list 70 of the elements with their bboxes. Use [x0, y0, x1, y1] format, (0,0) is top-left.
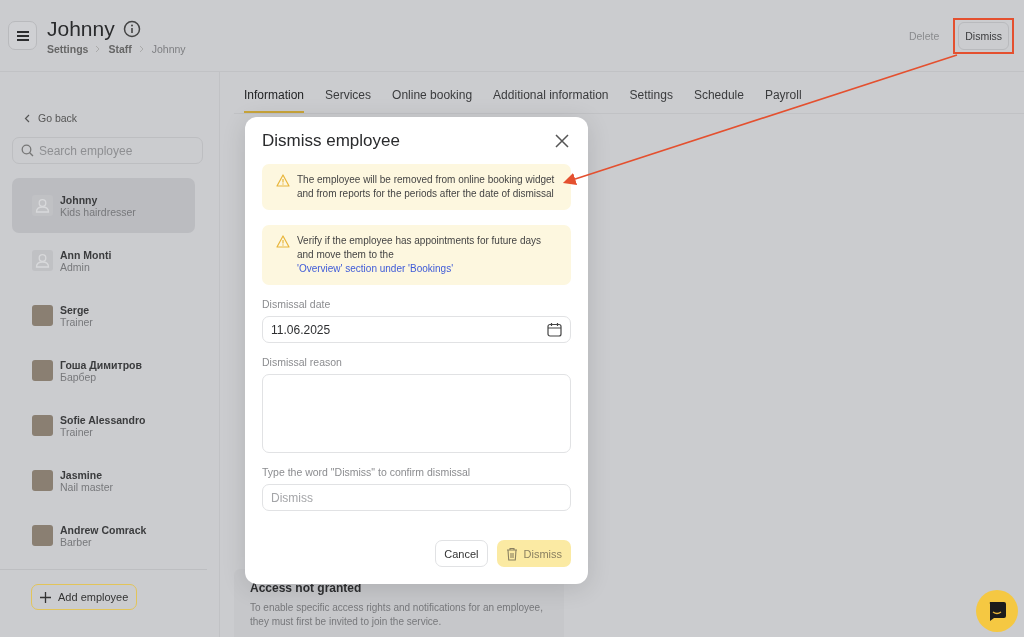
chat-button[interactable] — [976, 590, 1018, 632]
info-icon[interactable] — [122, 19, 141, 38]
employee-role: Barber — [60, 535, 93, 548]
close-icon — [555, 134, 569, 148]
photo-placeholder — [32, 415, 53, 436]
employee-item[interactable]: Sofie Alessandro Trainer — [12, 398, 195, 453]
date-field[interactable]: 11.06.2025 — [262, 316, 571, 343]
photo-placeholder — [32, 525, 53, 546]
field-label: Dismissal reason — [262, 356, 343, 368]
employee-role: Trainer — [60, 425, 94, 438]
access-title: Access not granted — [250, 581, 363, 595]
employee-item[interactable]: Andrew Comrack Barber — [12, 508, 195, 563]
search-icon — [21, 144, 34, 157]
bookings-link[interactable]: 'Overview' section under 'Bookings' — [297, 262, 559, 276]
breadcrumb-link[interactable]: Settings — [47, 42, 89, 55]
tab[interactable]: Online booking — [392, 84, 473, 113]
employee-role: Kids hairdresser — [60, 205, 136, 218]
trash-icon — [505, 546, 518, 561]
field-label: Type the word "Dismiss" to confirm dismissal — [262, 466, 472, 478]
cancel-button[interactable]: Cancel — [435, 540, 488, 567]
employee-name: Гоша Димитров — [60, 358, 142, 371]
employee-item[interactable]: Jasmine Nail master — [12, 453, 195, 508]
access-text: To enable specific access rights and notifications for an employee, they must first be invited to join the service. — [250, 601, 544, 629]
employee-item[interactable]: Serge Trainer — [12, 288, 195, 343]
chevron-right-icon — [138, 44, 145, 53]
add-employee-button[interactable]: Add employee — [31, 584, 138, 610]
warning-text: Verify if the employee has appointments for future days and move them to the — [297, 234, 543, 262]
photo-placeholder — [32, 360, 53, 381]
tab[interactable]: Payroll — [764, 84, 802, 113]
chevron-right-icon — [95, 44, 102, 53]
employee-item[interactable]: Johnny Kids hairdresser — [12, 178, 195, 233]
employee-name: Serge — [60, 303, 91, 316]
chat-icon — [987, 601, 1007, 621]
calendar-icon — [547, 322, 562, 337]
field-label: Dismissal date — [262, 298, 332, 310]
tab[interactable]: Information — [244, 84, 305, 113]
employee-role: Nail master — [60, 480, 114, 493]
employee-name: Sofie Alessandro — [60, 413, 146, 426]
tab[interactable]: Services — [325, 84, 372, 113]
tab[interactable]: Additional information — [493, 84, 609, 113]
employee-name: Johnny — [60, 193, 99, 206]
dismiss-button[interactable]: Dismiss — [958, 21, 1009, 50]
close-button[interactable] — [553, 132, 571, 150]
breadcrumb-current: Johnny — [151, 42, 186, 55]
menu-button[interactable] — [8, 21, 37, 50]
breadcrumb-link[interactable]: Staff — [108, 42, 132, 55]
employee-name: Jasmine — [60, 468, 104, 481]
avatar-placeholder-icon — [32, 250, 53, 271]
page-title: Johnny — [47, 16, 115, 41]
tab[interactable]: Schedule — [693, 84, 744, 113]
menu-icon — [15, 29, 30, 42]
employee-role: Admin — [60, 260, 91, 273]
dialog-title: Dismiss employee — [262, 131, 400, 151]
go-back-link[interactable]: Go back — [0, 112, 78, 124]
photo-placeholder — [32, 305, 53, 326]
employee-item[interactable]: Гоша Димитров Барбер — [12, 343, 195, 398]
employee-name: Ann Monti — [60, 248, 112, 261]
tab[interactable]: Settings — [629, 84, 673, 113]
photo-placeholder — [32, 470, 53, 491]
employee-role: Trainer — [60, 315, 93, 328]
search-field[interactable]: Search employee — [12, 137, 203, 164]
warning-icon — [276, 235, 290, 248]
confirm-input[interactable]: Dismiss — [262, 484, 571, 511]
employee-role: Барбер — [60, 370, 97, 383]
employee-item[interactable]: Ann Monti Admin — [12, 233, 195, 288]
warning-icon — [276, 174, 290, 187]
warning-text: The employee will be removed from online booking widget and from reports for the periods after the date of dismissal — [297, 173, 556, 201]
chevron-left-icon — [24, 113, 30, 123]
plus-icon — [40, 591, 51, 603]
employee-name: Andrew Comrack — [60, 523, 147, 536]
